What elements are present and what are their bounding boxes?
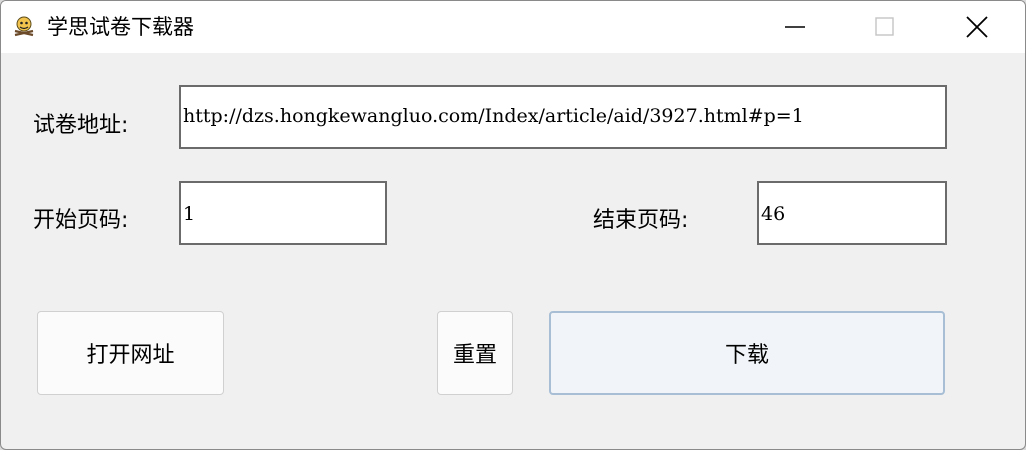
url-input[interactable]: http://dzs.hongkewangluo.com/Index/artic… xyxy=(179,85,947,149)
start-page-input[interactable]: 1 xyxy=(179,181,387,245)
reset-button[interactable]: 重置 xyxy=(437,311,513,395)
window-title: 学思试卷下载器 xyxy=(47,15,194,39)
maximize-button[interactable] xyxy=(857,1,913,53)
minimize-icon xyxy=(785,26,805,28)
app-window: 学思试卷下载器 试卷地址: http://dzs.hongkewangluo.c… xyxy=(0,0,1026,450)
close-icon xyxy=(966,16,988,38)
end-page-label: 结束页码: xyxy=(593,208,689,233)
download-button[interactable]: 下载 xyxy=(549,311,945,395)
minimize-button[interactable] xyxy=(767,1,823,53)
title-bar[interactable]: 学思试卷下载器 xyxy=(1,1,1025,53)
url-label: 试卷地址: xyxy=(33,113,129,138)
app-icon xyxy=(14,16,34,37)
maximize-icon xyxy=(875,17,894,36)
open-url-button[interactable]: 打开网址 xyxy=(37,311,224,395)
end-page-input[interactable]: 46 xyxy=(757,181,947,245)
close-button[interactable] xyxy=(949,1,1005,53)
start-page-label: 开始页码: xyxy=(33,208,129,233)
